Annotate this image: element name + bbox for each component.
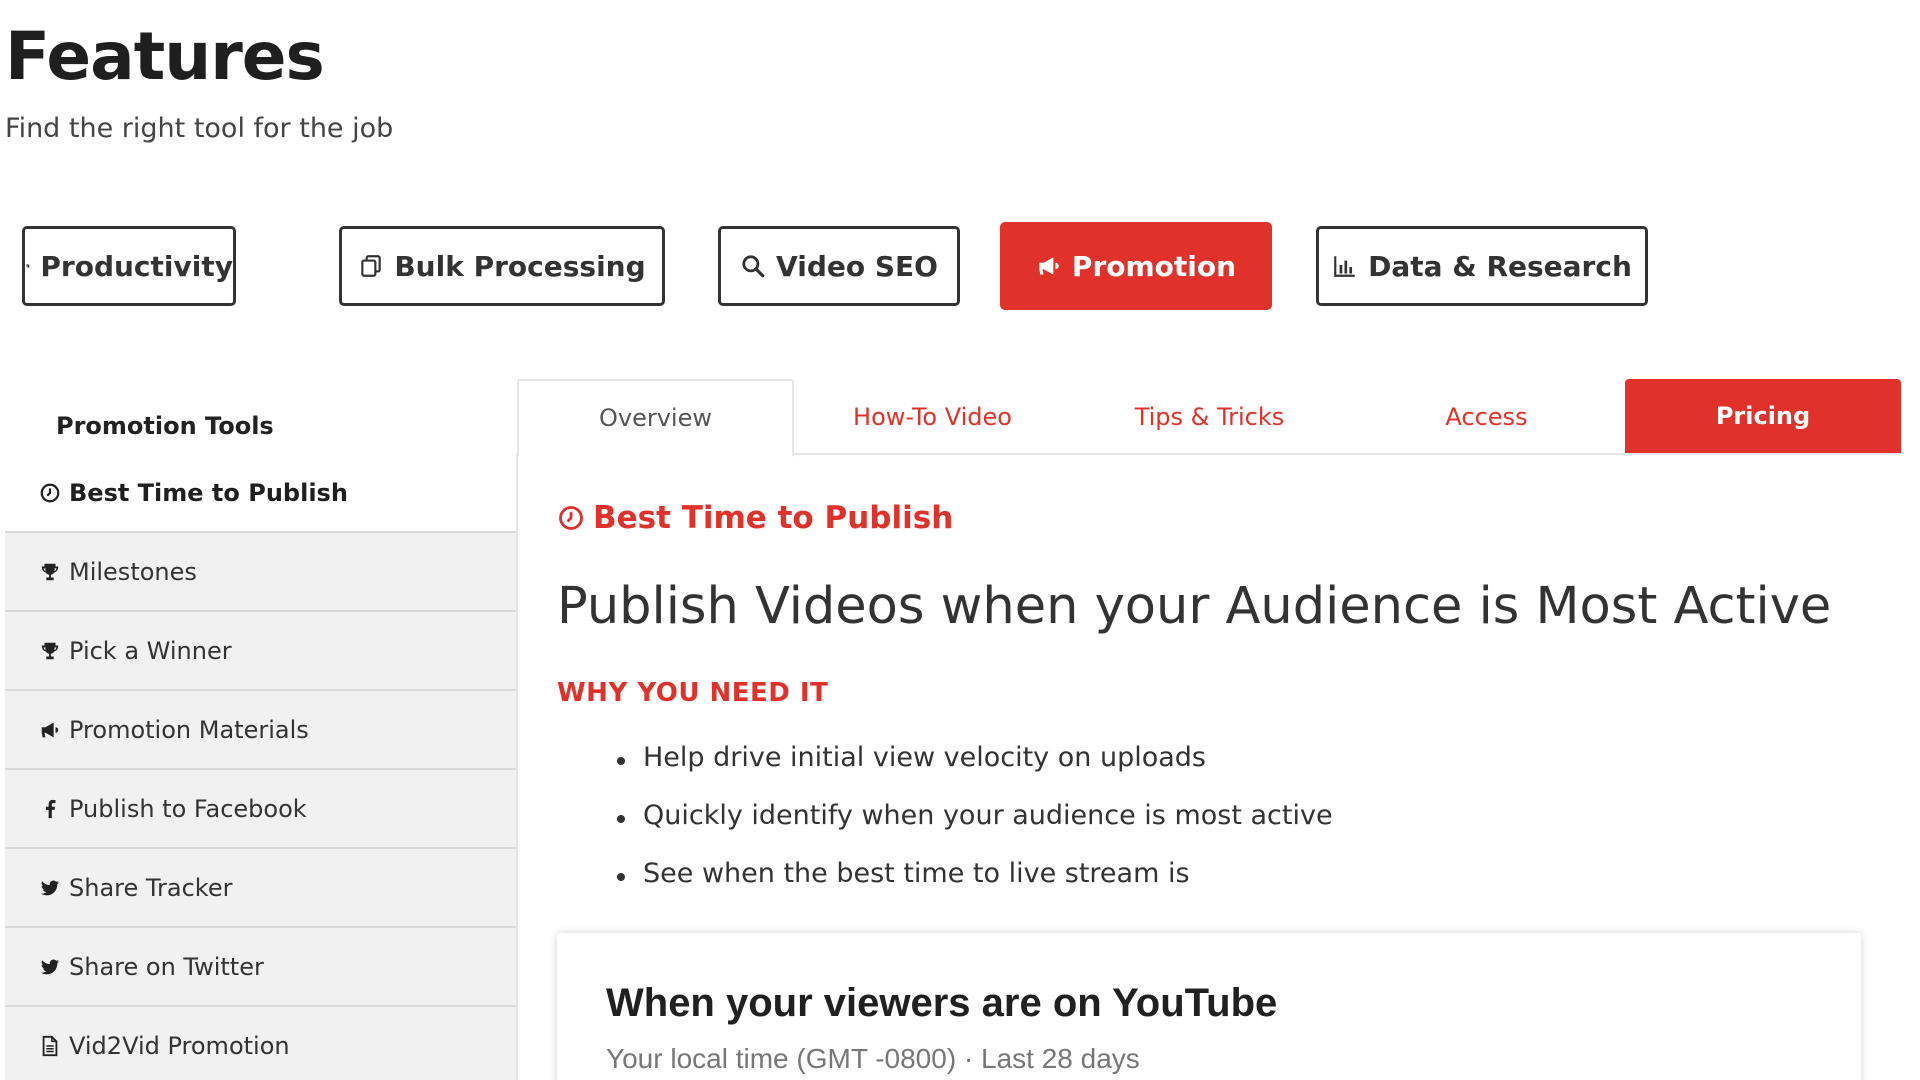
tab-how-to-video[interactable]: How-To Video xyxy=(794,379,1071,455)
document-icon xyxy=(42,1035,58,1056)
sidebar-item-share-tracker[interactable]: Share Tracker xyxy=(5,849,516,928)
list-item: Quickly identify when your audience is m… xyxy=(617,800,1333,858)
viewers-card: When your viewers are on YouTube Your lo… xyxy=(557,933,1861,1080)
category-label: Data & Research xyxy=(1368,249,1632,283)
sidebar-item-vid2vid-promotion[interactable]: Vid2Vid Promotion xyxy=(5,1007,516,1080)
sidebar-item-label: Vid2Vid Promotion xyxy=(69,1031,290,1060)
trophy-icon xyxy=(41,563,59,580)
sidebar-item-share-on-twitter[interactable]: Share on Twitter xyxy=(5,928,516,1007)
trophy-icon xyxy=(41,642,59,659)
sidebar-item-label: Share on Twitter xyxy=(69,952,264,981)
sidebar-item-pick-a-winner[interactable]: Pick a Winner xyxy=(5,612,516,691)
tab-access[interactable]: Access xyxy=(1348,379,1625,455)
search-icon xyxy=(742,255,765,278)
card-subtitle: Your local time (GMT -0800) · Last 28 da… xyxy=(606,1043,1140,1074)
twitter-icon xyxy=(40,959,60,974)
section-title-text: Best Time to Publish xyxy=(593,500,954,536)
card-title: When your viewers are on YouTube xyxy=(606,981,1278,1025)
sidebar-item-milestones[interactable]: Milestones xyxy=(5,533,516,612)
benefits-list: Help drive initial view velocity on uplo… xyxy=(617,742,1333,916)
twitter-icon xyxy=(40,880,60,895)
list-item: Help drive initial view velocity on uplo… xyxy=(617,742,1333,800)
facebook-icon xyxy=(45,799,56,818)
category-label: Bulk Processing xyxy=(394,249,646,283)
sidebar-item-label: Publish to Facebook xyxy=(69,794,307,823)
clock-icon xyxy=(559,506,583,530)
category-productivity-button[interactable]: Productivity xyxy=(22,226,236,306)
copy-icon xyxy=(361,255,382,277)
headline: Publish Videos when your Audience is Mos… xyxy=(557,577,1832,636)
list-item: See when the best time to live stream is xyxy=(617,858,1333,916)
sidebar-heading: Promotion Tools xyxy=(56,412,274,440)
section-title: Best Time to Publish xyxy=(557,500,953,536)
sidebar-item-publish-to-facebook[interactable]: Publish to Facebook xyxy=(5,770,516,849)
megaphone-icon xyxy=(41,722,59,737)
page-title: Features xyxy=(5,18,325,95)
content-tabs: Overview How-To Video Tips & Tricks Acce… xyxy=(517,379,1901,457)
category-bulk-processing-button[interactable]: Bulk Processing xyxy=(339,226,665,306)
category-video-seo-button[interactable]: Video SEO xyxy=(718,226,960,306)
why-heading: WHY YOU NEED IT xyxy=(557,678,829,708)
category-promotion-button[interactable]: Promotion xyxy=(1000,222,1272,310)
sidebar-item-best-time-to-publish[interactable]: Best Time to Publish xyxy=(5,454,516,533)
tab-overview[interactable]: Overview xyxy=(517,379,794,457)
sidebar-item-label: Promotion Materials xyxy=(69,715,309,744)
sidebar-item-label: Milestones xyxy=(69,557,197,586)
category-label: Productivity xyxy=(40,249,233,283)
sidebar-item-label: Share Tracker xyxy=(69,873,233,902)
megaphone-icon xyxy=(1039,257,1059,275)
sidebar-item-label: Best Time to Publish xyxy=(69,478,348,507)
sidebar-item-promotion-materials[interactable]: Promotion Materials xyxy=(5,691,516,770)
page-subtitle: Find the right tool for the job xyxy=(5,113,394,144)
category-data-research-button[interactable]: Data & Research xyxy=(1316,226,1648,306)
sidebar: Best Time to Publish Milestones Pick a W… xyxy=(5,454,518,1080)
sidebar-item-label: Pick a Winner xyxy=(69,636,232,665)
clock-icon xyxy=(40,483,60,502)
tab-tips-tricks[interactable]: Tips & Tricks xyxy=(1071,379,1348,455)
category-label: Video SEO xyxy=(776,249,938,283)
bar-chart-icon xyxy=(1334,256,1355,277)
gear-icon xyxy=(26,263,30,269)
tab-pricing[interactable]: Pricing xyxy=(1625,379,1901,453)
category-label: Promotion xyxy=(1071,249,1237,283)
